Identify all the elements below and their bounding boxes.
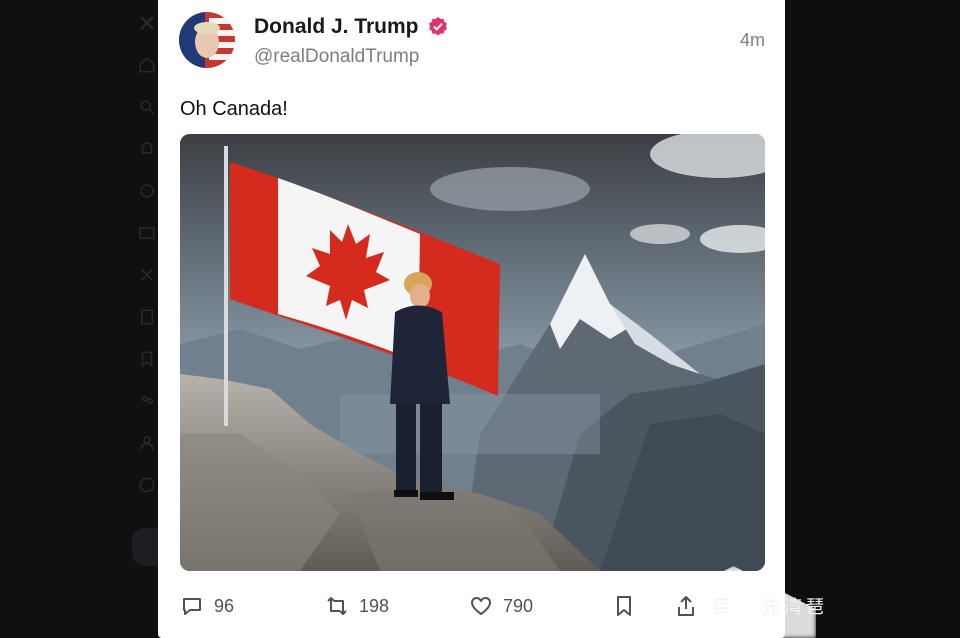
author-handle[interactable]: @realDonaldTrump [254, 46, 419, 68]
bookmark-icon [617, 596, 631, 616]
communities-icon[interactable] [138, 392, 156, 410]
notifications-icon[interactable] [138, 140, 156, 158]
more-icon[interactable] [138, 476, 156, 494]
bookmarks-nav-icon[interactable] [138, 350, 156, 368]
tweet-image[interactable] [180, 134, 765, 571]
messages-icon[interactable] [138, 224, 156, 242]
author-name[interactable]: Donald J. Trump [254, 15, 419, 39]
search-icon[interactable] [138, 98, 156, 116]
right-sidebar [786, 0, 960, 638]
post-button[interactable] [132, 528, 158, 566]
verified-badge-icon [428, 16, 447, 36]
profile-icon[interactable] [138, 434, 156, 452]
tweet-card: Donald J. Trump @realDonaldTrump 4m Oh C… [158, 0, 785, 638]
repost-button[interactable]: 198 [325, 594, 389, 618]
share-button[interactable] [674, 594, 698, 618]
left-nav-rail [0, 0, 158, 638]
like-button[interactable]: 790 [469, 594, 533, 618]
avatar[interactable] [179, 12, 235, 68]
grok-icon[interactable] [138, 182, 156, 200]
reply-count: 96 [214, 595, 235, 616]
watermark-text: 目 · 先湾琶 [712, 597, 828, 617]
heart-icon [471, 597, 491, 615]
x-logo-icon[interactable] [138, 14, 156, 32]
lists-icon[interactable] [138, 308, 156, 326]
sidebar-heading [808, 18, 812, 33]
like-count: 790 [503, 595, 534, 616]
home-icon[interactable] [138, 56, 156, 74]
tweet-actions: 96 198 790 [180, 594, 765, 626]
tweet-text: Oh Canada! [180, 98, 288, 120]
repost-icon [327, 597, 347, 615]
share-icon [678, 596, 694, 616]
timestamp[interactable]: 4m [740, 30, 765, 51]
bookmark-button[interactable] [612, 594, 636, 618]
x-premium-icon[interactable] [138, 266, 156, 284]
comment-icon [183, 598, 201, 615]
reply-button[interactable]: 96 [180, 594, 234, 618]
repost-count: 198 [359, 595, 390, 616]
